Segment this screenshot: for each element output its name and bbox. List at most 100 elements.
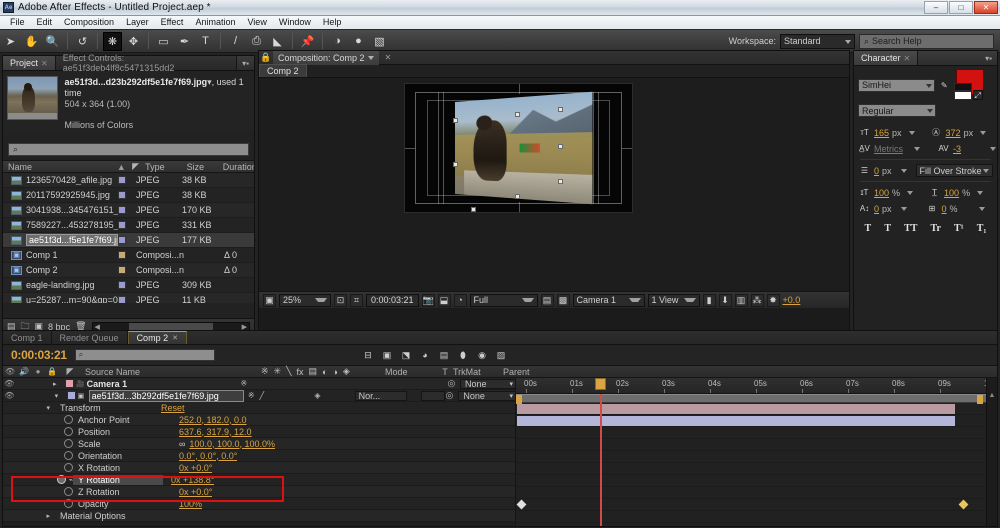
character-style-button-5[interactable]: T₁ (977, 223, 987, 234)
chevron-down-icon[interactable] (980, 130, 987, 135)
keyframe-marker[interactable] (958, 499, 969, 510)
timeline-current-time[interactable]: 0:00:03:21 (3, 348, 75, 362)
search-help-input[interactable]: ⌕ Search Help (859, 33, 994, 49)
property-stopwatch[interactable] (64, 427, 73, 436)
puppet-pin-tool[interactable]: 📌 (298, 32, 317, 51)
timeline-property-track-row[interactable] (516, 487, 985, 499)
timeline-property-row[interactable]: ⌁ Y Rotation 0x +138.8° (3, 474, 516, 486)
reset-link[interactable]: Reset (161, 403, 185, 413)
transparency-grid-icon[interactable]: ▩ (556, 293, 570, 307)
tsume-value[interactable]: 0 (942, 204, 947, 214)
property-value[interactable]: 0x +0.0° (171, 463, 212, 473)
timeline-icon[interactable]: ▥ (734, 293, 748, 307)
layer-parent-select[interactable]: None ▾ (460, 378, 516, 389)
chevron-down-icon[interactable] (990, 146, 997, 151)
snapshot-icon[interactable]: 📷 (421, 293, 435, 307)
always-preview-icon[interactable]: ▣ (263, 293, 276, 307)
pan-behind-tool[interactable]: ✥ (124, 32, 143, 51)
transform-handle[interactable] (515, 112, 520, 117)
property-value-text[interactable]: 0x +0.0° (179, 487, 212, 497)
layer-trkmat-select[interactable] (421, 390, 446, 401)
menu-item-window[interactable]: Window (273, 16, 317, 29)
layer-switches[interactable]: ※ ╱ ◈ (244, 391, 355, 400)
chevron-down-icon[interactable] (900, 168, 907, 173)
property-stopwatch[interactable] (64, 415, 73, 424)
layer-label-swatch[interactable] (66, 391, 76, 400)
property-name[interactable]: Anchor Point (73, 415, 171, 425)
label-color-swatch[interactable] (118, 236, 126, 244)
channel-icon[interactable]: ◔ (453, 293, 467, 307)
project-list-item[interactable]: 7589227...453278195_2.jpg JPEG 331 KB (3, 218, 254, 233)
chevron-down-icon[interactable] (914, 146, 920, 151)
kerning-value[interactable]: Metrics (874, 144, 903, 154)
property-value[interactable]: 252.0, 182.0, 0.0 (171, 415, 247, 425)
column-t[interactable]: T (437, 367, 453, 377)
menu-item-edit[interactable]: Edit (31, 16, 59, 29)
project-list-item[interactable]: eagle-landing.jpg JPEG 309 KB (3, 278, 254, 293)
property-name[interactable]: Z Rotation (73, 487, 171, 497)
label-color-swatch[interactable] (118, 251, 126, 259)
layer-mode-select[interactable]: Nor... (354, 390, 407, 401)
menu-item-composition[interactable]: Composition (58, 16, 120, 29)
project-list-item[interactable]: 20117592925945.jpg JPEG 38 KB (3, 188, 254, 203)
pen-tool[interactable]: ✒ (175, 32, 194, 51)
property-value[interactable]: ∞ 100.0, 100.0, 100.0% (171, 439, 275, 449)
auto-keyframe-icon[interactable]: ⬮ (456, 348, 470, 362)
layer-duration-bar[interactable] (517, 404, 955, 414)
tab-composition[interactable]: Composition: Comp 2 (273, 50, 379, 65)
stroke-width-value[interactable]: 0 (874, 166, 879, 176)
comp-flowchart-icon[interactable]: ⁂ (750, 293, 764, 307)
enable-frame-blending-icon[interactable]: ⬔ (399, 348, 413, 362)
column-type[interactable]: Type (140, 162, 182, 172)
property-value-text[interactable]: 0.0°, 0.0°, 0.0° (179, 451, 237, 461)
property-stopwatch[interactable] (64, 451, 73, 460)
chevron-down-icon[interactable] (908, 130, 915, 135)
swap-colors-icon[interactable]: ⤢ (972, 90, 983, 100)
leading-value[interactable]: 372 (946, 128, 961, 138)
chevron-down-icon[interactable] (900, 206, 907, 211)
transform-handle[interactable] (558, 179, 563, 184)
menu-item-effect[interactable]: Effect (155, 16, 190, 29)
project-item-list[interactable]: 1236570428_afile.jpg JPEG 38 KB 20117592925… (3, 173, 254, 303)
menu-item-file[interactable]: File (4, 16, 31, 29)
shy-icon[interactable]: ※ (261, 366, 269, 377)
keyframe-marker[interactable] (516, 499, 527, 510)
timeline-property-track-row[interactable] (516, 427, 985, 439)
baseline-shift-value[interactable]: 0 (874, 204, 879, 214)
layer-expand-arrow[interactable]: ▸ (53, 380, 63, 388)
project-search-input[interactable]: ⌕ (8, 143, 249, 156)
label-color-swatch[interactable] (118, 191, 126, 199)
unified-camera-tool[interactable]: ❋ (103, 31, 122, 51)
roto-brush-tool[interactable]: ◑ (328, 32, 347, 51)
layer-source-name[interactable]: Camera 1 (87, 379, 237, 389)
project-list-item[interactable]: ▣ Comp 2 Composi...n Δ 0 (3, 263, 254, 278)
property-stopwatch[interactable] (64, 499, 73, 508)
comp-lock-icon[interactable]: 🔒 (259, 52, 273, 63)
refine-edge-tool[interactable]: ● (349, 32, 368, 51)
timeline-ruler[interactable]: 00s01s02s03s04s05s06s07s08s09s10s (516, 378, 997, 394)
camera-select[interactable]: Camera 1 (572, 293, 645, 307)
font-size-value[interactable]: 165 (874, 128, 889, 138)
eyedropper-icon[interactable]: ✎ (938, 79, 951, 92)
layer-switch-5[interactable]: ◈ (314, 391, 320, 400)
timeline-property-row[interactable]: Z Rotation 0x +0.0° (3, 486, 516, 498)
timeline-search-input[interactable]: ⌕ (74, 349, 215, 361)
chevron-down-icon[interactable] (907, 190, 914, 195)
composition-viewer[interactable]: ▣ 25% ⊡ ⌗ 0:00:03:21 📷 ⬓ ◔ Full ▤ ▩ Came… (259, 78, 849, 308)
current-time-display[interactable]: 0:00:03:21 (366, 293, 419, 307)
region-of-interest-icon[interactable]: ⊡ (334, 293, 347, 307)
layer-parent-select[interactable]: None ▾ (458, 390, 516, 401)
layer-switch-0[interactable]: ※ (248, 391, 255, 400)
timeline-layer-bar-row[interactable] (516, 403, 985, 415)
property-name[interactable]: Transform (55, 403, 153, 413)
transform-handle[interactable] (515, 194, 520, 199)
property-name[interactable]: Scale (73, 439, 171, 449)
timeline-vertical-scrollbar[interactable]: ▲ (986, 378, 997, 526)
audio-icon[interactable]: 🔊 (17, 367, 31, 376)
shape-tool[interactable]: ▭ (154, 32, 173, 51)
tab-project[interactable]: Project ✕ (3, 56, 56, 70)
font-family-select[interactable]: SimHei (858, 78, 935, 92)
layer-source-name[interactable]: ae51f3d...3b292df5e1fe7f69.jpg (88, 389, 244, 402)
layer-expand-arrow[interactable]: ▾ (55, 392, 65, 400)
timeline-property-row[interactable]: Opacity 100% (3, 498, 516, 510)
